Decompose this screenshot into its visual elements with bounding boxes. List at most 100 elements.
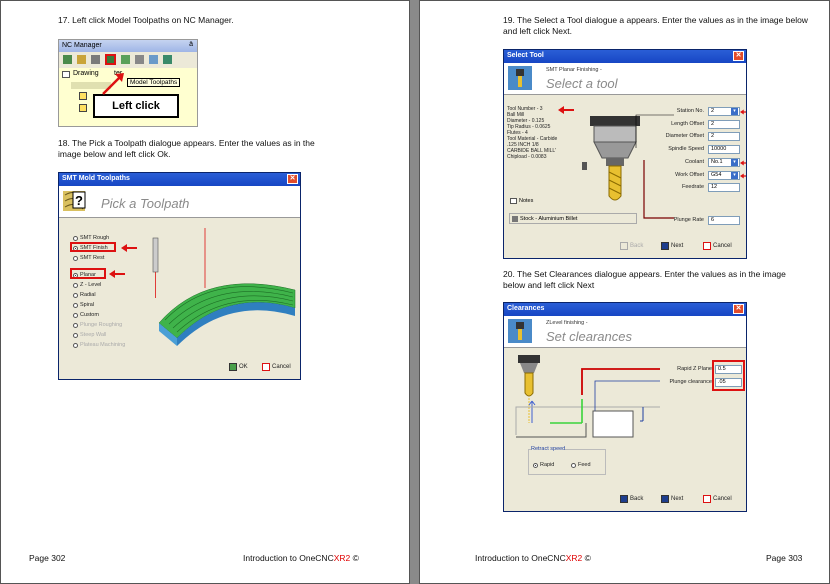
chevron-down-icon: ▾: [731, 159, 738, 166]
toolpath-dialog-titlebar: SMT Mold Toolpaths ✕: [59, 173, 300, 186]
rapid-z-plane-label: Rapid Z Plane: [677, 366, 712, 372]
toolbar-icon-6[interactable]: [135, 55, 144, 64]
tooltip-model-toolpaths: Model Toolpaths: [127, 78, 181, 87]
option-smt-rough[interactable]: SMT Rough: [73, 235, 109, 241]
option-radial[interactable]: Radial: [73, 292, 96, 298]
step-17-text: 17. Left click Model Toolpaths on NC Man…: [58, 15, 234, 25]
coolant-label: Coolant: [685, 159, 704, 165]
tool-icon: [508, 66, 532, 90]
option-plateau-machining: Plateau Machining: [73, 342, 125, 348]
retract-speed-group: Retract speed Rapid Feed: [528, 446, 606, 475]
clearance-tool-icon: [508, 319, 532, 343]
toolpath-dialog-header: ? Pick a Toolpath: [59, 186, 300, 218]
close-icon[interactable]: ✕: [733, 51, 744, 61]
toolbar-icon-3[interactable]: [91, 55, 100, 64]
right-page-number: Page 303: [766, 553, 803, 563]
retract-speed-label: Retract speed: [531, 446, 566, 452]
left-footer-title: Introduction to OneCNCXR2 ©: [243, 553, 359, 563]
callout-arrow-icon: [102, 73, 124, 95]
tree-icon: [62, 71, 70, 78]
select-tool-subtitle: SMT Planar Finishing -: [546, 67, 602, 73]
step-18-text: 18. The Pick a Toolpath dialogue appears…: [58, 138, 315, 159]
station-no-label: Station No.: [676, 108, 704, 114]
select-tool-heading: Select a tool: [546, 76, 618, 91]
length-offset-label: Length Offset: [671, 121, 704, 127]
cancel-button[interactable]: Cancel: [703, 242, 732, 250]
feedrate-label: Feedrate: [681, 184, 704, 190]
notes-icon: [510, 198, 517, 204]
model-toolpaths-icon[interactable]: [105, 54, 116, 65]
spindle-speed-label: Spindle Speed: [668, 146, 704, 152]
option-plunge-roughing: Plunge Roughing: [73, 322, 122, 328]
toolbar-icon-8[interactable]: [163, 55, 172, 64]
back-button[interactable]: Back: [620, 495, 643, 503]
clearances-header: ZLevel finishing - Set clearances: [504, 316, 746, 348]
diameter-offset-input[interactable]: 2: [708, 132, 740, 141]
clearances-heading: Set clearances: [546, 329, 632, 344]
retract-feed-radio[interactable]: Feed: [571, 462, 591, 468]
plunge-clearance-input[interactable]: .05: [715, 378, 742, 387]
toolbar-icon-2[interactable]: [77, 55, 86, 64]
cancel-button[interactable]: Cancel: [703, 495, 732, 503]
spindle-speed-input[interactable]: 10000: [708, 145, 740, 154]
pointer-lines: [635, 114, 674, 219]
rapid-z-plane-input[interactable]: 0.5: [715, 365, 742, 374]
back-button: Back: [620, 242, 643, 250]
ok-button[interactable]: OK: [229, 363, 248, 371]
clearances-dialog: Clearances ✕ ZLevel finishing - Set clea…: [503, 302, 747, 512]
retract-rapid-radio[interactable]: Rapid: [533, 462, 554, 468]
diameter-offset-label: Diameter Offset: [665, 133, 704, 139]
select-tool-titlebar: Select Tool ✕: [504, 50, 746, 63]
select-tool-dialog: Select Tool ✕ SMT Planar Finishing - Sel…: [503, 49, 747, 259]
option-z-level[interactable]: Z - Level: [73, 282, 101, 288]
toolpath-dialog: SMT Mold Toolpaths ✕ ? Pick a Toolpath S…: [58, 172, 301, 380]
pin-icon[interactable]: ä: [189, 41, 193, 48]
coolant-select[interactable]: No.1 ▾: [708, 158, 740, 167]
notes-button[interactable]: Notes: [510, 198, 533, 204]
toolpath-dialog-title: SMT Mold Toolpaths: [62, 175, 130, 182]
plunge-rate-input[interactable]: 6: [708, 216, 740, 225]
toolbar-icon-1[interactable]: [63, 55, 72, 64]
clearances-subtitle: ZLevel finishing -: [546, 320, 588, 326]
right-footer-title: Introduction to OneCNCXR2 ©: [475, 553, 591, 563]
tree-node-3: [79, 92, 87, 100]
cancel-button[interactable]: Cancel: [262, 363, 291, 371]
nc-manager-panel: NC Manager ä Drawing ter Model Toolpaths…: [58, 39, 198, 127]
step-20-text: 20. The Set Clearances dialogue appears.…: [503, 269, 786, 290]
next-button[interactable]: Next: [661, 242, 683, 250]
select-tool-title: Select Tool: [507, 52, 544, 59]
option-steep-wall: Steep Wall: [73, 332, 106, 338]
select-tool-header: SMT Planar Finishing - Select a tool: [504, 63, 746, 95]
highlight-smt-finish: [70, 242, 116, 252]
option-spiral[interactable]: Spiral: [73, 302, 94, 308]
question-toolpath-icon: ?: [63, 191, 86, 211]
close-icon[interactable]: ✕: [287, 174, 298, 184]
toolbar-icon-5[interactable]: [121, 55, 130, 64]
close-icon[interactable]: ✕: [733, 304, 744, 314]
chevron-down-icon: ▾: [731, 172, 738, 179]
red-arrow-icon: [740, 160, 746, 166]
work-offset-select[interactable]: G54 ▾: [708, 171, 740, 180]
feedrate-input[interactable]: 12: [708, 183, 740, 192]
red-arrow-icon: [109, 270, 125, 278]
toolpath-dialog-heading: Pick a Toolpath: [101, 196, 190, 211]
station-no-select[interactable]: 2 ▾: [708, 107, 740, 116]
option-smt-rest[interactable]: SMT Rest: [73, 255, 104, 261]
plunge-clearance-label: Plunge clearance: [669, 379, 712, 385]
tree-item-drawing[interactable]: Drawing: [73, 70, 99, 77]
tree-node-4: [79, 104, 87, 112]
next-button[interactable]: Next: [661, 495, 683, 503]
plunge-rate-label: Plunge Rate: [673, 217, 704, 223]
length-offset-input[interactable]: 2: [708, 120, 740, 129]
clearance-diagram: [515, 355, 660, 438]
red-arrow-icon: [740, 109, 746, 115]
tool-chipload: Chipload - 0.0083: [507, 154, 547, 160]
red-arrow-icon: [740, 173, 746, 179]
nc-manager-title: NC Manager: [62, 42, 102, 49]
stock-icon: [512, 215, 518, 222]
step-19-text: 19. The Select a Tool dialogue a appears…: [503, 15, 808, 36]
red-arrow-icon: [558, 106, 574, 114]
option-custom[interactable]: Custom: [73, 312, 99, 318]
right-page: 19. The Select a Tool dialogue a appears…: [419, 0, 830, 584]
toolbar-icon-7[interactable]: [149, 55, 158, 64]
